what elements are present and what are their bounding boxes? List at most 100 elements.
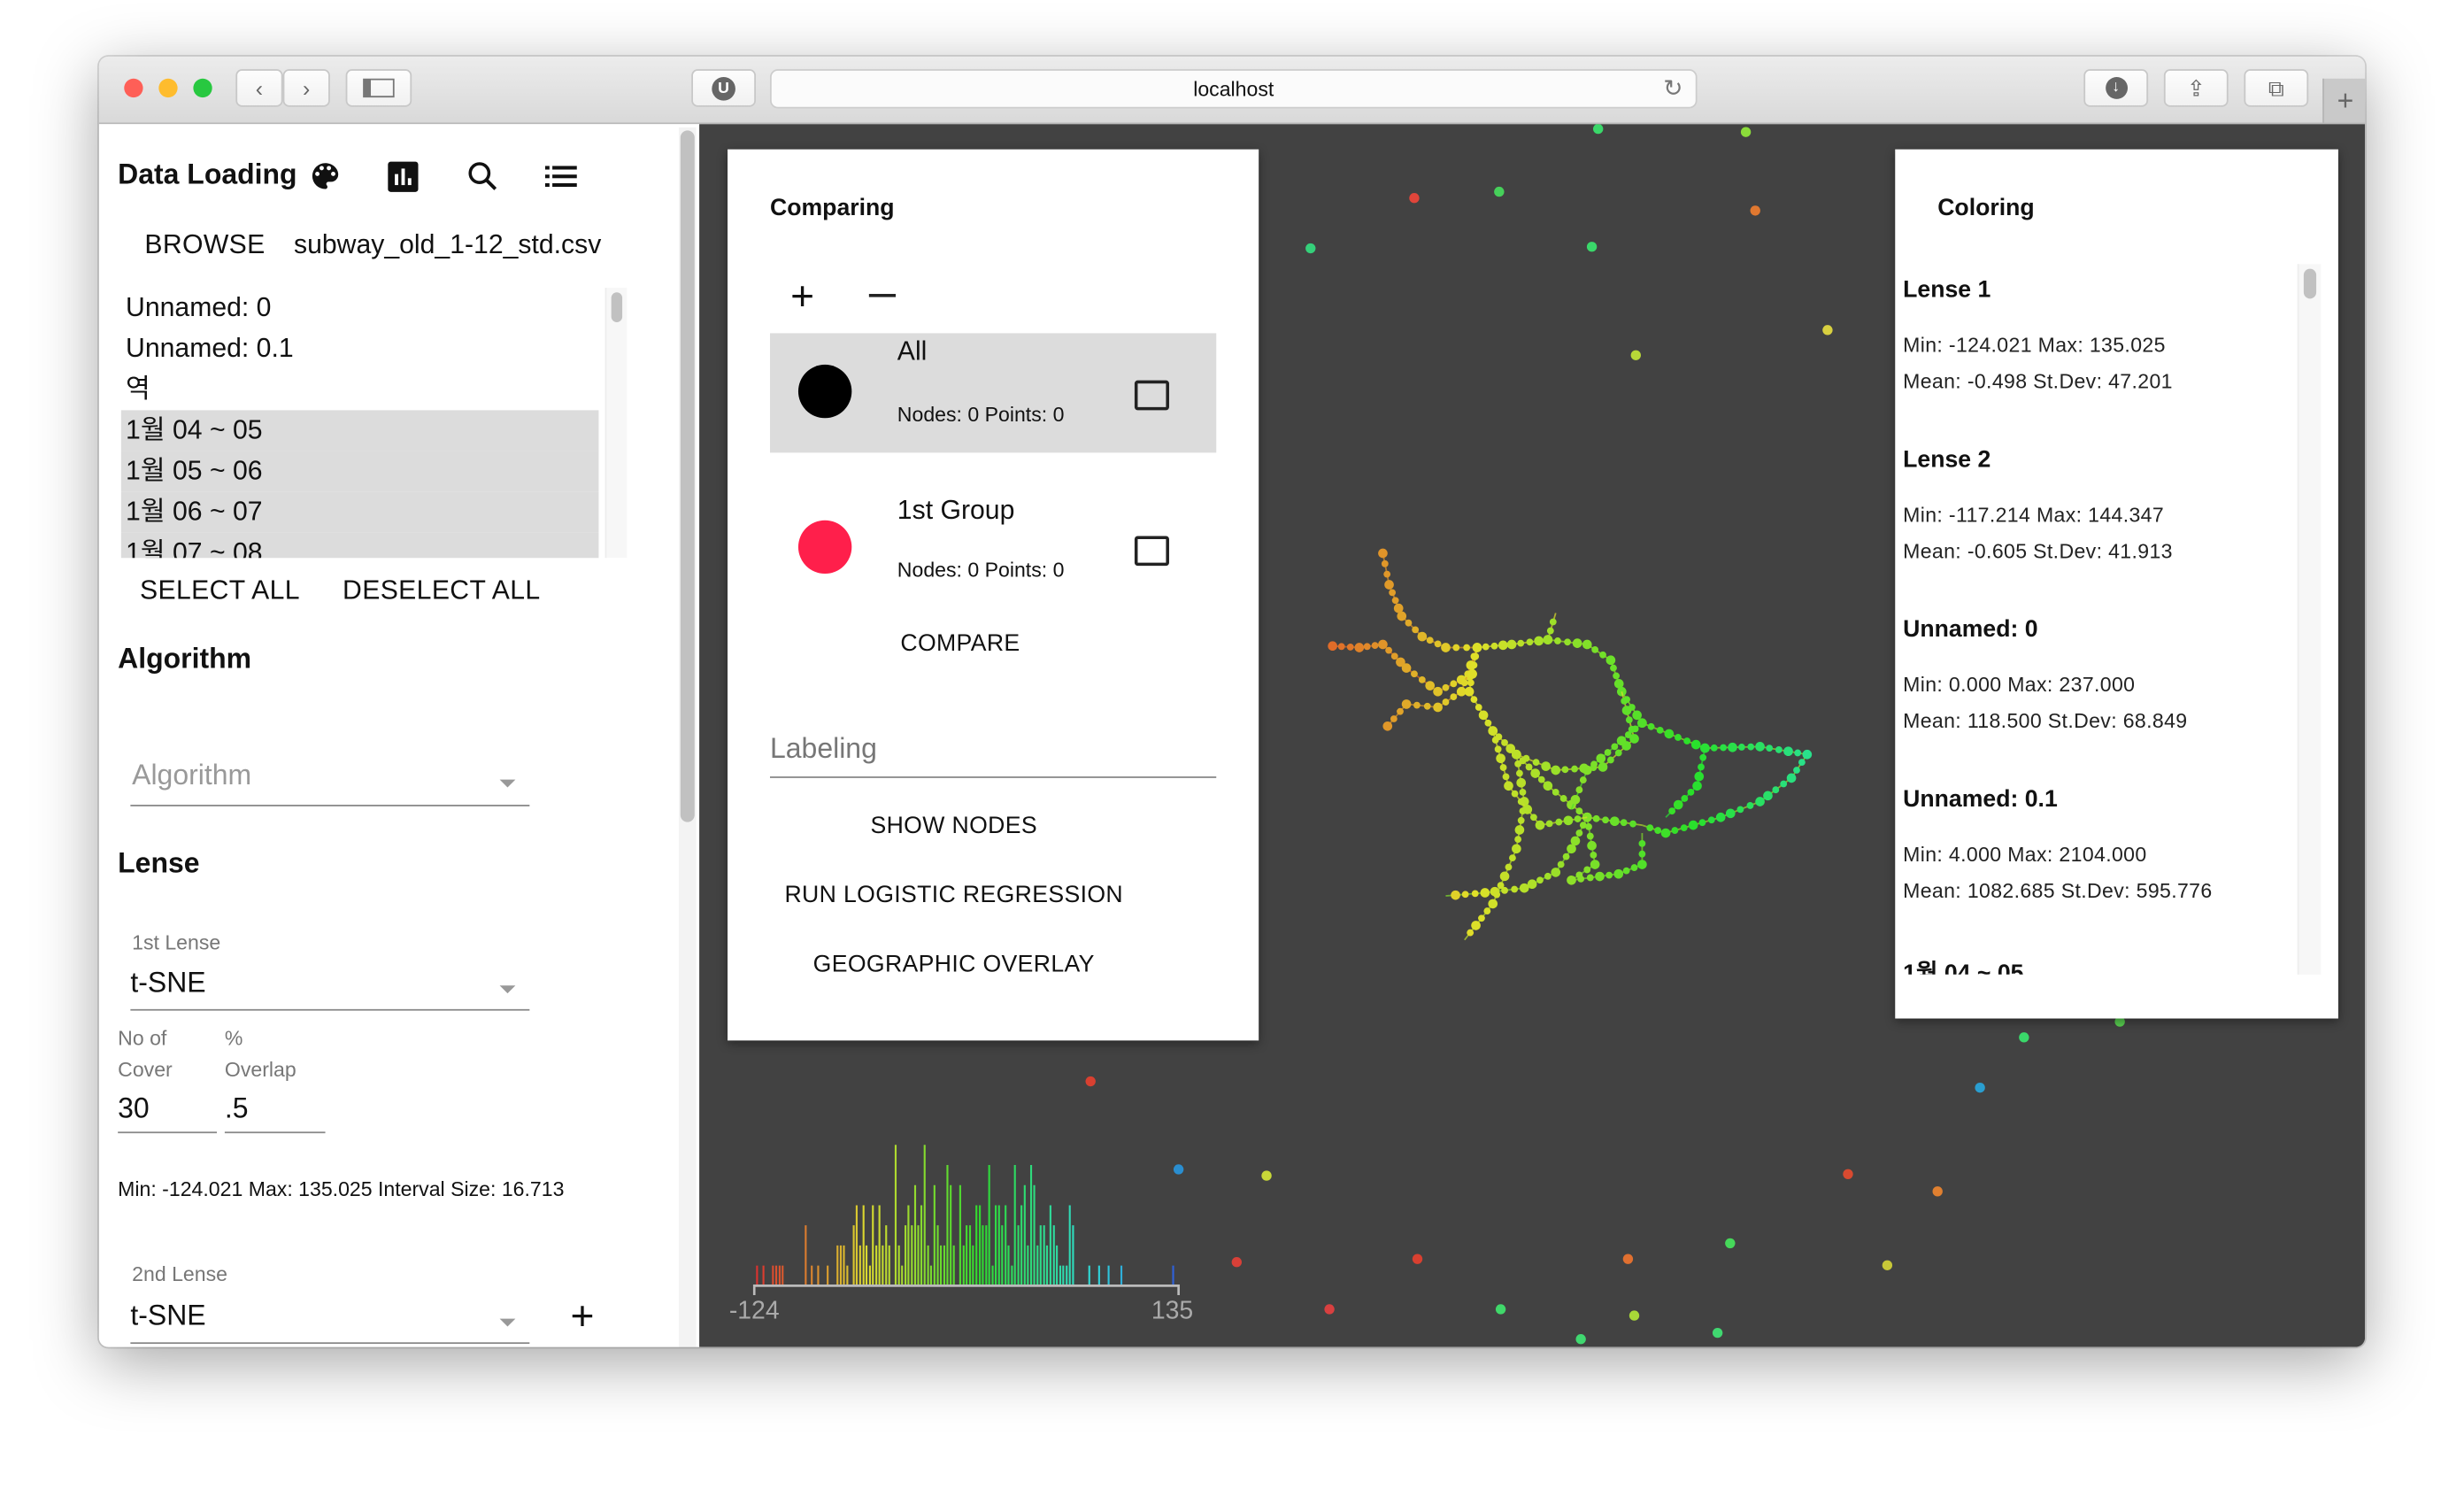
- lense2-select[interactable]: t-SNE: [130, 1291, 530, 1345]
- group-row[interactable]: All Nodes: 0 Points: 0: [769, 333, 1217, 453]
- show-nodes-button[interactable]: SHOW NODES: [728, 813, 1180, 839]
- cover-input[interactable]: 30: [118, 1089, 218, 1134]
- group-checkbox[interactable]: [1134, 380, 1169, 411]
- geographic-overlay-button[interactable]: GEOGRAPHIC OVERLAY: [728, 951, 1180, 977]
- coloring-item-stats: Min: -124.021 Max: 135.025: [1903, 333, 2166, 358]
- histogram-axis: [752, 1285, 1180, 1296]
- column-item[interactable]: Unnamed: 0: [121, 288, 599, 328]
- compare-button[interactable]: COMPARE: [900, 630, 1020, 657]
- sidebar-scrollbar-thumb[interactable]: [680, 130, 695, 822]
- coloring-list[interactable]: Lense 1 Min: -124.021 Max: 135.025 Mean: -…: [1895, 264, 2298, 975]
- histogram-bars: [756, 1145, 1174, 1286]
- coloring-item-name[interactable]: Lense 1: [1903, 276, 1990, 303]
- run-logistic-regression-button[interactable]: RUN LOGISTIC REGRESSION: [728, 882, 1180, 908]
- list-icon[interactable]: [543, 160, 578, 192]
- algorithm-select[interactable]: Algorithm: [130, 752, 530, 806]
- histogram-max-label: 135: [1151, 1297, 1193, 1325]
- coloring-item-name[interactable]: Unnamed: 0: [1903, 616, 2037, 643]
- browser-window: ‹ › U localhost ↻ ↓ ⇪ ⧉ + Data Loading B…: [98, 56, 2366, 1347]
- scrollbar-thumb[interactable]: [2303, 268, 2317, 299]
- column-item[interactable]: 1월 05 ~ 06: [120, 451, 599, 492]
- column-item[interactable]: 1월 07 ~ 08: [120, 532, 599, 559]
- graph-canvas[interactable]: -124 135 Comparing + All Nodes: 0 Points…: [699, 124, 2366, 1347]
- overlap-value: .5: [224, 1092, 249, 1124]
- lense2-value: t-SNE: [130, 1300, 206, 1331]
- column-item[interactable]: 1월 04 ~ 05: [120, 410, 599, 451]
- coloring-item-stats: Mean: -0.605 St.Dev: 41.913: [1903, 538, 2173, 563]
- zoom-window-button[interactable]: [193, 78, 212, 98]
- group-name: All: [897, 336, 928, 366]
- column-item[interactable]: 역: [121, 369, 599, 410]
- group-checkbox[interactable]: [1134, 536, 1169, 567]
- coloring-scrollbar[interactable]: [2297, 264, 2322, 975]
- sidebar-toggle-button[interactable]: [345, 69, 412, 107]
- sidebar: Data Loading BROWSE subway_old_1-12_std.…: [98, 124, 701, 1347]
- back-icon: ‹: [255, 75, 264, 101]
- new-tab-button[interactable]: +: [2322, 78, 2366, 123]
- reload-icon[interactable]: ↻: [1663, 73, 1682, 102]
- address-bar[interactable]: localhost ↻: [769, 69, 1698, 109]
- share-button[interactable]: ⇪: [2163, 69, 2229, 107]
- group-row[interactable]: 1st Group Nodes: 0 Points: 0: [770, 489, 1216, 608]
- group-color-swatch[interactable]: [797, 364, 852, 419]
- screen: ‹ › U localhost ↻ ↓ ⇪ ⧉ + Data Loading B…: [0, 0, 2464, 1488]
- scrollbar-thumb[interactable]: [611, 292, 623, 322]
- column-list-scrollbar[interactable]: [604, 287, 628, 559]
- labeling-input[interactable]: Labeling: [769, 726, 1217, 778]
- deselect-all-button[interactable]: DESELECT ALL: [343, 575, 540, 607]
- coloring-item-name[interactable]: Unnamed: 0.1: [1903, 786, 2058, 813]
- cover-label-2: Cover: [118, 1057, 173, 1082]
- column-item[interactable]: Unnamed: 0.1: [121, 328, 599, 369]
- select-underline: [130, 1008, 530, 1011]
- coloring-item-stats: Min: 4.000 Max: 2104.000: [1903, 842, 2147, 867]
- lense-heading: Lense: [118, 846, 200, 879]
- share-icon: ⇪: [2186, 74, 2206, 100]
- add-lense-button[interactable]: +: [571, 1295, 595, 1336]
- close-window-button[interactable]: [124, 78, 143, 98]
- coloring-title: Coloring: [1937, 195, 2035, 222]
- column-item[interactable]: 1월 06 ~ 07: [120, 491, 599, 533]
- input-underline: [769, 776, 1217, 778]
- search-icon[interactable]: [466, 158, 500, 193]
- select-all-button[interactable]: SELECT ALL: [140, 575, 300, 607]
- sidebar-title: Data Loading: [118, 158, 297, 190]
- forward-button[interactable]: ›: [282, 69, 330, 107]
- file-name: subway_old_1-12_std.csv: [294, 229, 602, 259]
- ublock-icon: U: [712, 76, 735, 100]
- lense1-summary: Min: -124.021 Max: 135.025 Interval Size…: [118, 1177, 565, 1201]
- browse-button[interactable]: BROWSE: [144, 229, 265, 261]
- coloring-item-name[interactable]: Lense 2: [1903, 446, 1990, 473]
- coloring-item-stats: Mean: -0.498 St.Dev: 47.201: [1903, 369, 2173, 393]
- lense1-value: t-SNE: [130, 966, 206, 999]
- overlap-input[interactable]: .5: [224, 1089, 326, 1134]
- back-button[interactable]: ‹: [235, 69, 283, 107]
- coloring-item-stats: Mean: 118.500 St.Dev: 68.849: [1903, 708, 2188, 733]
- add-group-button[interactable]: +: [790, 275, 814, 316]
- lense1-label: 1st Lense: [132, 930, 221, 954]
- minimize-window-button[interactable]: [158, 78, 178, 98]
- sidebar-icon: [363, 78, 395, 98]
- forward-icon: ›: [303, 75, 311, 101]
- group-stats: Nodes: 0 Points: 0: [897, 402, 1065, 427]
- coloring-item-stats: Mean: 1082.685 St.Dev: 595.776: [1903, 878, 2213, 903]
- tabs-icon: ⧉: [2268, 74, 2284, 100]
- algorithm-heading: Algorithm: [118, 643, 252, 675]
- ublock-button[interactable]: U: [691, 69, 757, 107]
- url-text: localhost: [1193, 76, 1274, 101]
- downloads-button[interactable]: ↓: [2083, 69, 2149, 107]
- remove-group-button[interactable]: [868, 294, 897, 297]
- lense1-select[interactable]: t-SNE: [130, 957, 530, 1011]
- coloring-item-stats: Min: 0.000 Max: 237.000: [1903, 672, 2136, 697]
- sidebar-scrollbar[interactable]: [679, 127, 697, 1347]
- cover-value: 30: [118, 1092, 150, 1124]
- coloring-item-name[interactable]: 1월 04 ~ 05: [1903, 956, 2023, 975]
- group-stats: Nodes: 0 Points: 0: [897, 558, 1065, 582]
- select-underline: [130, 1342, 530, 1345]
- chevron-down-icon: [499, 1318, 516, 1327]
- palette-icon[interactable]: [308, 158, 343, 193]
- input-underline: [224, 1131, 326, 1134]
- select-underline: [130, 805, 530, 806]
- bar-chart-icon[interactable]: [387, 160, 420, 193]
- group-color-swatch[interactable]: [797, 520, 852, 575]
- tabs-button[interactable]: ⧉: [2244, 69, 2309, 107]
